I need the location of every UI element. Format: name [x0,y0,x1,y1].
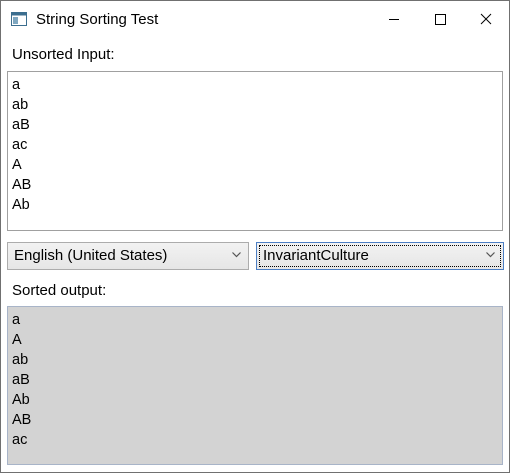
output-line: ac [12,432,28,448]
minimize-icon [389,19,399,20]
title-bar[interactable]: String Sorting Test [1,1,509,38]
input-line: ac [12,137,28,153]
culture-dropdown-value: English (United States) [14,247,168,264]
chevron-down-icon [232,252,241,258]
output-line: aB [12,372,30,388]
close-icon [480,13,492,25]
input-line: AB [12,177,32,193]
input-line: a [12,77,21,93]
unsorted-input-textbox[interactable]: a ab aB ac A AB Ab [7,71,503,231]
compare-options-dropdown[interactable]: InvariantCulture [256,242,504,270]
unsorted-input-label: Unsorted Input: [12,46,115,63]
output-line: A [12,332,22,348]
input-line: aB [12,117,30,133]
output-line: Ab [12,392,30,408]
window-icon [11,12,27,26]
input-line: Ab [12,197,30,213]
compare-options-dropdown-value: InvariantCulture [263,247,369,264]
input-line: ab [12,97,29,113]
sorted-output-label: Sorted output: [12,282,107,299]
maximize-button[interactable] [417,1,463,38]
output-line: AB [12,412,32,428]
minimize-button[interactable] [371,1,417,38]
sorted-output-textbox[interactable]: a A ab aB Ab AB ac [7,306,503,465]
close-button[interactable] [463,1,509,38]
window-title: String Sorting Test [36,11,159,28]
culture-dropdown[interactable]: English (United States) [7,242,249,270]
app-window: String Sorting Test Unsorted Input: a ab… [0,0,510,473]
output-line: a [12,312,21,328]
chevron-down-icon [486,252,495,258]
input-line: A [12,157,22,173]
output-line: ab [12,352,29,368]
maximize-icon [435,14,446,25]
